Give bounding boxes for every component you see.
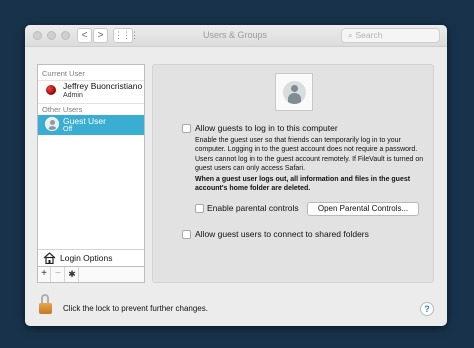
help-button[interactable]: ?: [420, 302, 434, 316]
guest-description: Enable the guest user so that friends ca…: [195, 137, 424, 173]
guest-user-item[interactable]: Guest User Off: [38, 115, 144, 135]
search-icon: ⌕: [348, 31, 353, 40]
add-user-button[interactable]: +: [38, 267, 51, 282]
gear-icon[interactable]: ✱: [66, 267, 79, 282]
parental-controls-checkbox[interactable]: [195, 204, 204, 213]
current-user-header: Current User: [42, 69, 85, 78]
open-parental-controls-button[interactable]: Open Parental Controls...: [307, 202, 419, 216]
close-button[interactable]: [33, 31, 42, 40]
divider: [38, 103, 144, 104]
remove-user-button[interactable]: −: [52, 267, 65, 282]
window-title: Users & Groups: [202, 30, 268, 40]
login-options-item[interactable]: Login Options: [38, 249, 144, 265]
lock-label: Click the lock to prevent further change…: [63, 304, 208, 313]
red-ball-avatar-icon: [46, 85, 56, 95]
lock-icon[interactable]: [39, 294, 53, 316]
guest-warning: When a guest user logs out, all informat…: [195, 176, 411, 193]
shared-folders-checkbox[interactable]: [182, 230, 191, 239]
search-input[interactable]: ⌕ Search: [341, 28, 440, 43]
guest-user-name: Guest User: [63, 116, 106, 126]
back-button[interactable]: <: [77, 28, 92, 43]
allow-guests-checkbox[interactable]: [182, 124, 191, 133]
users-sidebar: Current User Jeffrey Buoncristiano Admin…: [37, 64, 145, 283]
current-user-role: Admin: [63, 92, 83, 99]
guest-avatar-large-icon: [283, 81, 306, 104]
minimize-button[interactable]: [47, 31, 56, 40]
allow-guests-label: Allow guests to log in to this computer: [195, 123, 338, 133]
current-user-name: Jeffrey Buoncristiano: [63, 81, 143, 91]
users-groups-window: < > ⋮⋮⋮ Users & Groups ⌕ Search Current U…: [25, 25, 447, 326]
login-options-label: Login Options: [60, 253, 113, 263]
guest-picture[interactable]: [275, 73, 313, 111]
show-all-grid-icon[interactable]: ⋮⋮⋮: [113, 28, 139, 43]
sidebar-toolbar: + − ✱: [38, 266, 144, 282]
shared-folders-label: Allow guest users to connect to shared f…: [195, 229, 369, 239]
other-users-header: Other Users: [42, 105, 83, 114]
parental-controls-label: Enable parental controls: [207, 203, 299, 213]
house-icon: [43, 252, 56, 264]
zoom-button[interactable]: [61, 31, 70, 40]
guest-avatar-icon: [45, 117, 59, 131]
search-placeholder: Search: [355, 30, 383, 40]
title-bar: < > ⋮⋮⋮ Users & Groups ⌕ Search: [25, 25, 447, 47]
guest-user-status: Off: [63, 126, 73, 133]
guest-settings-panel: Allow guests to log in to this computer …: [152, 64, 434, 283]
forward-button[interactable]: >: [93, 28, 108, 43]
